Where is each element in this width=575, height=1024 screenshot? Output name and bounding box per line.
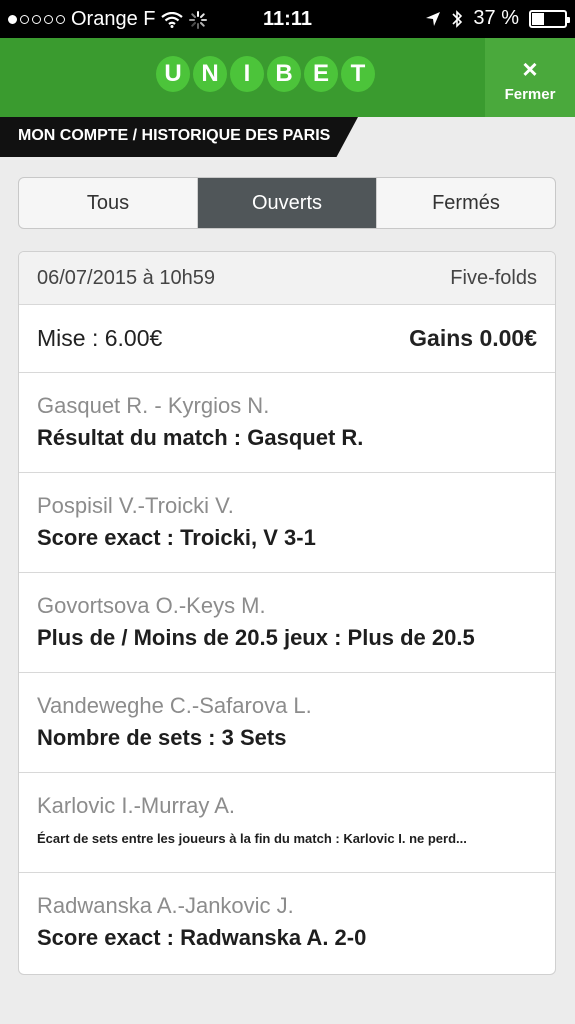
battery-fill [532,12,544,25]
selection-pick: Écart de sets entre les joueurs à la fin… [37,831,467,846]
logo-letter: T [341,56,375,92]
selection-pick: Plus de / Moins de 20.5 jeux : Plus de 2… [37,625,475,650]
logo-letter: E [304,56,338,92]
gains-amount: Gains 0.00€ [409,325,537,351]
bet-stake-row: Mise : 6.00€ Gains 0.00€ [19,305,555,373]
bet-selection: Govortsova O.-Keys M. Plus de / Moins de… [19,573,555,673]
bluetooth-icon [452,9,463,28]
selection-match: Gasquet R. - Kyrgios N. [37,393,270,418]
bet-slip-card[interactable]: 06/07/2015 à 10h59 Five-folds Mise : 6.0… [18,251,556,975]
selection-pick: Nombre de sets : 3 Sets [37,725,287,750]
bet-slip-header: 06/07/2015 à 10h59 Five-folds [19,252,555,305]
selection-match: Karlovic I.-Murray A. [37,793,236,818]
bet-date: 06/07/2015 à 10h59 [37,266,215,289]
logo-letter: B [267,56,301,92]
selection-match: Pospisil V.-Troicki V. [37,493,234,518]
battery-icon [529,9,570,28]
bet-selection: Vandeweghe C.-Safarova L. Nombre de sets… [19,673,555,773]
status-bar: Orange F 11:11 37 % [0,0,575,38]
breadcrumb: MON COMPTE / HISTORIQUE DES PARIS [0,117,360,157]
selection-match: Govortsova O.-Keys M. [37,593,266,618]
bet-type: Five-folds [450,266,537,289]
selection-pick: Score exact : Radwanska A. 2-0 [37,925,367,950]
bet-selection: Gasquet R. - Kyrgios N. Résultat du matc… [19,373,555,473]
tab-ouverts[interactable]: Ouverts [198,178,377,228]
bet-selection: Karlovic I.-Murray A. Écart de sets entr… [19,773,555,873]
logo-letter: U [156,56,190,92]
selection-match: Radwanska A.-Jankovic J. [37,893,294,918]
status-right: 37 % [425,7,570,30]
breadcrumb-text: MON COMPTE / HISTORIQUE DES PARIS [18,127,331,144]
selection-pick: Résultat du match : Gasquet R. [37,425,364,450]
stake-amount: Mise : 6.00€ [37,325,163,351]
app-header: UNIBET × Fermer [0,38,575,117]
unibet-logo: UNIBET [156,56,375,92]
logo-letter: I [230,56,264,92]
logo-letter: N [193,56,227,92]
selection-pick: Score exact : Troicki, V 3-1 [37,525,316,550]
filter-tabs: Tous Ouverts Fermés [18,177,556,229]
location-arrow-icon [426,11,441,26]
close-icon: × [522,54,538,84]
close-button[interactable]: × Fermer [485,38,575,117]
bet-selection: Radwanska A.-Jankovic J. Score exact : R… [19,873,555,973]
selection-match: Vandeweghe C.-Safarova L. [37,693,312,718]
tab-fermes[interactable]: Fermés [377,178,555,228]
battery-percent: 37 % [473,7,519,29]
bet-selection: Pospisil V.-Troicki V. Score exact : Tro… [19,473,555,573]
close-label: Fermer [504,86,556,103]
tab-tous[interactable]: Tous [19,178,198,228]
